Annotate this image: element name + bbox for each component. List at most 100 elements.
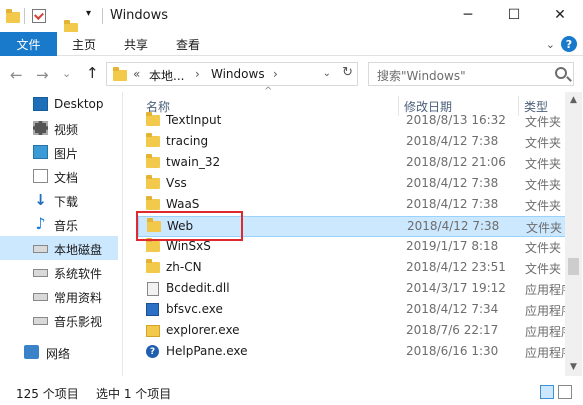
file-name: bfsvc.exe xyxy=(166,302,223,316)
sidebar-item-music-video[interactable]: 音乐影视 xyxy=(0,308,118,332)
forward-button[interactable]: → xyxy=(36,66,49,84)
maximize-button[interactable]: ☐ xyxy=(491,0,537,30)
search-input[interactable]: 搜索"Windows" xyxy=(377,67,466,84)
properties-icon[interactable] xyxy=(32,9,46,23)
details-view-icon[interactable] xyxy=(540,385,554,399)
folder-icon xyxy=(146,112,160,126)
file-row[interactable]: ? HelpPane.exe 2018/6/16 1:30 应用程序 xyxy=(138,342,574,363)
file-date: 2018/8/12 21:06 xyxy=(406,155,506,169)
file-date: 2018/4/12 7:38 xyxy=(406,197,499,211)
recent-locations-button[interactable]: ⌄ xyxy=(62,67,71,80)
file-date: 2019/1/17 8:18 xyxy=(406,239,499,253)
desktop-icon xyxy=(33,97,48,111)
file-name: explorer.exe xyxy=(166,323,240,337)
file-name: TextInput xyxy=(166,113,222,127)
sidebar-item-label: 系统软件 xyxy=(54,267,103,281)
help-icon[interactable]: ? xyxy=(561,36,577,52)
sort-ascending-icon: ^ xyxy=(264,86,273,97)
minimize-button[interactable]: ─ xyxy=(445,0,491,30)
file-row[interactable]: twain_32 2018/8/12 21:06 文件夹 xyxy=(138,153,574,174)
exe-icon xyxy=(146,303,159,316)
scroll-up-icon[interactable]: ▲ xyxy=(565,92,582,109)
sidebar-item-label: 文档 xyxy=(54,171,79,185)
file-name: WinSxS xyxy=(166,239,211,253)
file-row[interactable]: Vss 2018/4/12 7:38 文件夹 xyxy=(138,174,574,195)
file-type: 文件夹 xyxy=(525,199,562,213)
navigation-pane: Desktop 视频 图片 文档 ↓ 下载 ♪ 音乐 本地磁盘 系统软件 常用资… xyxy=(0,92,122,376)
sidebar-item-videos[interactable]: 视频 xyxy=(0,116,118,140)
tab-view[interactable]: 查看 xyxy=(168,32,208,56)
tab-home[interactable]: 主页 xyxy=(64,32,104,56)
download-icon: ↓ xyxy=(34,191,47,209)
sidebar-item-label: 图片 xyxy=(54,147,79,161)
breadcrumb-overflow[interactable]: « xyxy=(133,67,140,81)
sidebar-item-music[interactable]: ♪ 音乐 xyxy=(0,212,118,236)
search-icon[interactable] xyxy=(555,67,567,79)
file-name: Vss xyxy=(166,176,187,190)
sidebar-item-network[interactable]: 网络 xyxy=(0,340,118,364)
customize-toolbar-icon[interactable]: ▾ xyxy=(86,8,91,24)
sidebar-item-system-software[interactable]: 系统软件 xyxy=(0,260,118,284)
sidebar-item-downloads[interactable]: ↓ 下载 xyxy=(0,188,118,212)
pane-divider[interactable] xyxy=(122,92,123,376)
sidebar-item-documents[interactable]: 文档 xyxy=(0,164,118,188)
file-date: 2018/4/12 7:38 xyxy=(407,219,500,233)
file-date: 2018/4/12 7:38 xyxy=(406,176,499,190)
sidebar-item-local-disk[interactable]: 本地磁盘 xyxy=(0,236,118,260)
status-bar: 125 个项目 选中 1 个项目 xyxy=(0,380,583,405)
breadcrumb-windows[interactable]: Windows xyxy=(211,67,265,81)
file-type: 文件夹 xyxy=(526,221,563,235)
folder-icon xyxy=(146,175,160,189)
expand-ribbon-icon[interactable]: ⌄ xyxy=(546,38,555,51)
vertical-scrollbar[interactable]: ▲ ▼ xyxy=(565,92,582,376)
file-row[interactable]: Bcdedit.dll 2014/3/17 19:12 应用程序 xyxy=(138,279,574,300)
title-bar: ▾ Windows ─ ☐ ✕ xyxy=(0,0,583,34)
folder-icon xyxy=(113,67,127,81)
refresh-icon[interactable]: ↻ xyxy=(342,65,353,80)
file-date: 2018/7/6 22:17 xyxy=(406,323,499,337)
file-row[interactable]: TextInput 2018/8/13 16:32 文件夹 xyxy=(138,111,574,132)
file-row[interactable]: explorer.exe 2018/7/6 22:17 应用程序 xyxy=(138,321,574,342)
file-type: 文件夹 xyxy=(525,157,562,171)
address-bar[interactable]: « 本地... › Windows › ⌄ ↻ xyxy=(106,62,358,86)
scroll-down-icon[interactable]: ▼ xyxy=(565,359,582,376)
dll-icon xyxy=(147,282,159,296)
folder-icon xyxy=(146,238,160,252)
item-count: 125 个项目 xyxy=(16,387,79,401)
file-date: 2018/8/13 16:32 xyxy=(406,113,506,127)
large-icons-view-icon[interactable] xyxy=(558,385,572,399)
sidebar-item-label: Desktop xyxy=(54,97,104,111)
file-date: 2018/4/12 7:38 xyxy=(406,134,499,148)
video-icon xyxy=(33,121,48,135)
search-box[interactable]: 搜索"Windows" xyxy=(368,62,574,86)
address-dropdown-icon[interactable]: ⌄ xyxy=(323,68,331,79)
file-row[interactable]: tracing 2018/4/12 7:38 文件夹 xyxy=(138,132,574,153)
drive-icon xyxy=(33,245,48,253)
file-row[interactable]: bfsvc.exe 2018/4/12 7:34 应用程序 xyxy=(138,300,574,321)
close-button[interactable]: ✕ xyxy=(537,0,583,30)
sidebar-item-common-data[interactable]: 常用资料 xyxy=(0,284,118,308)
folder-icon xyxy=(146,133,160,147)
file-name: twain_32 xyxy=(166,155,221,169)
file-name: Bcdedit.dll xyxy=(166,281,230,295)
back-button[interactable]: ← xyxy=(10,66,23,84)
sidebar-item-pictures[interactable]: 图片 xyxy=(0,140,118,164)
file-row[interactable]: zh-CN 2018/4/12 23:51 文件夹 xyxy=(138,258,574,279)
folder-icon xyxy=(146,196,160,210)
sidebar-item-label: 常用资料 xyxy=(54,291,103,305)
scrollbar-thumb[interactable] xyxy=(568,258,579,275)
sidebar-item-label: 音乐影视 xyxy=(54,315,103,329)
drive-icon xyxy=(33,269,48,277)
breadcrumb-local-disk[interactable]: 本地... xyxy=(149,67,184,84)
folder-icon xyxy=(146,259,160,273)
file-name: tracing xyxy=(166,134,209,148)
breadcrumb-separator[interactable]: › xyxy=(195,67,200,81)
up-button[interactable]: ↑ xyxy=(86,64,99,82)
sidebar-item-desktop[interactable]: Desktop xyxy=(0,92,118,116)
tab-share[interactable]: 共享 xyxy=(116,32,156,56)
sidebar-item-label: 本地磁盘 xyxy=(54,243,103,257)
selection-count: 选中 1 个项目 xyxy=(96,387,172,401)
tab-file[interactable]: 文件 xyxy=(0,32,57,56)
breadcrumb-separator[interactable]: › xyxy=(273,67,278,81)
drive-icon xyxy=(33,317,48,325)
